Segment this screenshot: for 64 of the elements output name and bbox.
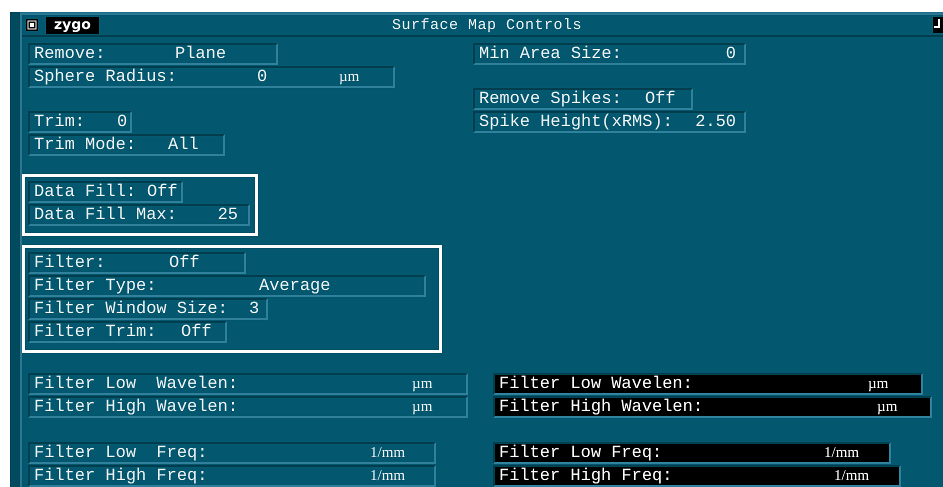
unit-label: 1/mm — [370, 468, 406, 484]
unit-label: 1/mm — [834, 468, 870, 484]
field-value: Plane — [175, 44, 226, 64]
field-value: 0 — [117, 112, 128, 132]
setting-field[interactable]: Filter: Off — [28, 252, 246, 274]
setting-field[interactable]: Sphere Radius: 0 µm — [28, 66, 395, 88]
unit-label: µm — [868, 376, 888, 392]
setting-field[interactable]: Filter Trim: Off — [28, 321, 227, 343]
setting-field[interactable]: Remove: Plane — [28, 43, 278, 65]
field-label: Filter Low Wavelen: — [34, 374, 238, 394]
field-value: Off — [181, 322, 212, 342]
setting-field[interactable]: Min Area Size: 0 — [473, 43, 746, 65]
field-value: 0 — [257, 68, 268, 86]
field-value: 2.50 — [695, 112, 737, 132]
field-value: All — [168, 136, 199, 154]
unit-label: µm — [412, 376, 432, 392]
field-label: Filter Trim: — [34, 322, 156, 342]
field-label: Min Area Size: — [479, 44, 622, 64]
unit-label: µm — [412, 398, 432, 416]
window-menu-icon[interactable] — [26, 19, 38, 31]
field-label: Filter Low Freq: — [34, 444, 208, 462]
field-label: Filter Low Wavelen: — [499, 374, 693, 394]
setting-field[interactable]: Data Fill Max: 25 — [28, 204, 250, 226]
field-value: Average — [259, 276, 330, 296]
field-value: 25 — [218, 206, 239, 224]
field-value: 0 — [726, 44, 737, 64]
field-label: Filter High Freq: — [499, 466, 672, 486]
setting-field[interactable]: Data Fill: Off — [28, 181, 183, 203]
field-label: Filter Window Size: — [34, 300, 228, 318]
setting-field[interactable]: Remove Spikes: Off — [473, 88, 693, 110]
setting-field[interactable]: Filter High Freq: 1/mm — [28, 465, 436, 487]
field-label: Filter: — [34, 254, 106, 272]
setting-field[interactable]: Filter Low Wavelen: µm — [28, 373, 468, 395]
setting-field[interactable]: Trim: 0 — [28, 111, 132, 133]
field-value: Off — [169, 254, 200, 272]
field-label: Spike Height(xRMS): — [479, 112, 673, 132]
unit-label: 1/mm — [370, 444, 406, 462]
field-label: Remove: — [34, 44, 106, 64]
unit-label: 1/mm — [824, 444, 860, 462]
setting-field[interactable]: Filter High Wavelen: µm — [28, 396, 468, 418]
setting-field[interactable]: Trim Mode: All — [28, 134, 225, 156]
unit-label: µm — [877, 398, 898, 416]
field-label: Filter High Wavelen: — [34, 398, 238, 416]
field-label: Trim: — [34, 112, 86, 132]
field-value: 3 — [249, 300, 260, 318]
field-label: Trim Mode: — [34, 136, 136, 154]
field-label: Data Fill: — [34, 182, 136, 202]
field-label: Remove Spikes: — [479, 90, 622, 108]
field-label: Filter Type: — [34, 276, 156, 296]
field-label: Filter Low Freq: — [499, 444, 662, 462]
setting-field[interactable]: Filter Low Freq: 1/mm — [28, 442, 436, 464]
corner-icon[interactable] — [933, 17, 943, 33]
logo: zygo — [46, 16, 99, 34]
setting-field[interactable]: Filter Type: Average — [28, 275, 426, 297]
field-value: Off — [645, 90, 676, 108]
field-label: Filter High Wavelen: — [499, 398, 704, 416]
setting-field[interactable]: Spike Height(xRMS): 2.50 — [473, 111, 746, 133]
window-title: Surface Map Controls — [392, 16, 582, 34]
setting-field[interactable]: Filter Window Size: 3 — [28, 298, 268, 320]
field-value: Off — [147, 182, 178, 202]
unit-label: µm — [339, 68, 360, 86]
field-label: Data Fill Max: — [34, 206, 177, 224]
field-label: Filter High Freq: — [34, 466, 208, 486]
field-label: Sphere Radius: — [34, 68, 177, 86]
